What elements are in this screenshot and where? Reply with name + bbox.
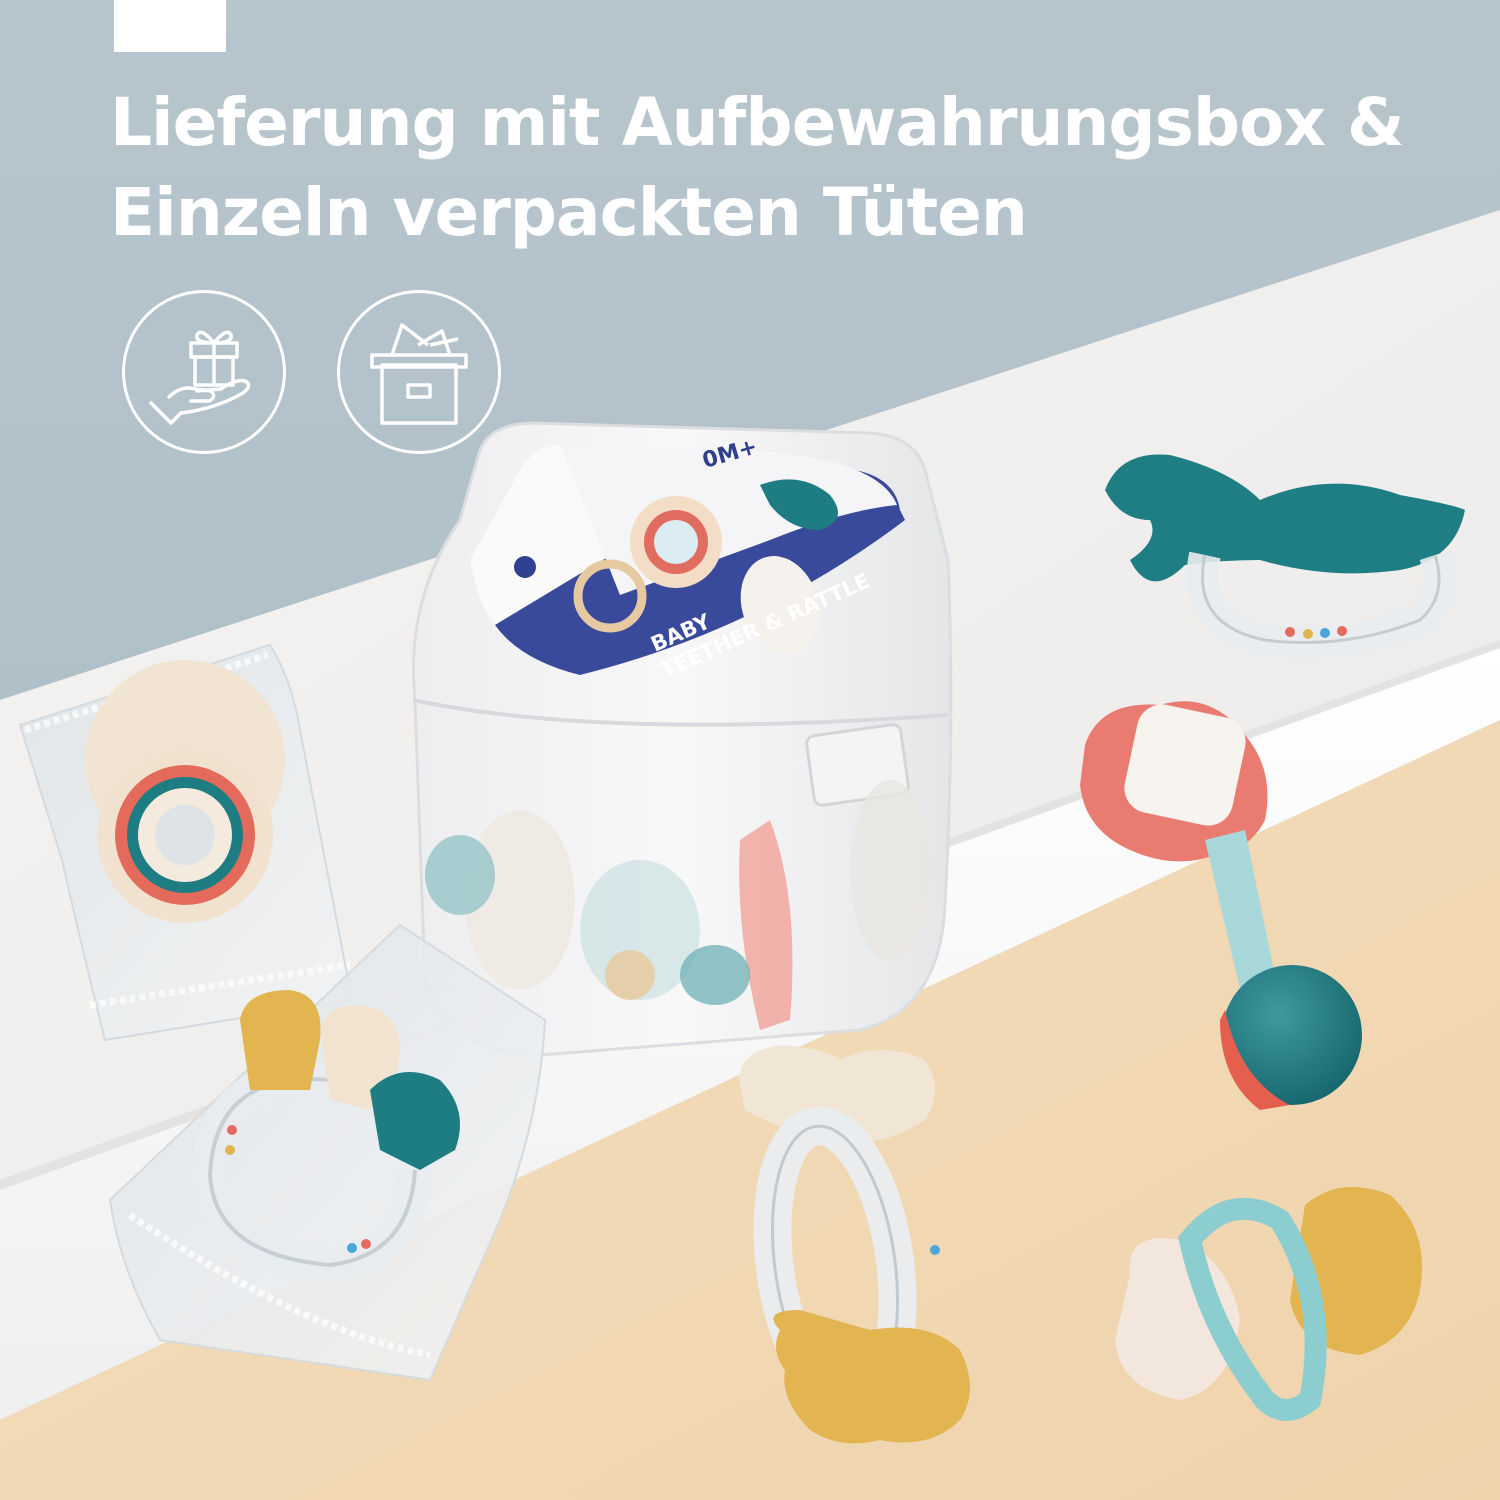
headline-line-2: Einzeln verpackten Tüten	[110, 174, 1028, 251]
headline-line-1: Lieferung mit Aufbewahrungsbox &	[110, 84, 1405, 161]
product-image: 0M+ BABY TEETHER & RATTLE Lieferung mit …	[0, 0, 1500, 1500]
storage-box: 0M+ BABY TEETHER & RATTLE	[411, 421, 953, 1057]
headline: Lieferung mit Aufbewahrungsbox & Einzeln…	[110, 78, 1440, 258]
accent-bar	[114, 0, 226, 52]
gift-in-hand-icon	[122, 290, 286, 454]
open-box-icon	[337, 290, 501, 454]
